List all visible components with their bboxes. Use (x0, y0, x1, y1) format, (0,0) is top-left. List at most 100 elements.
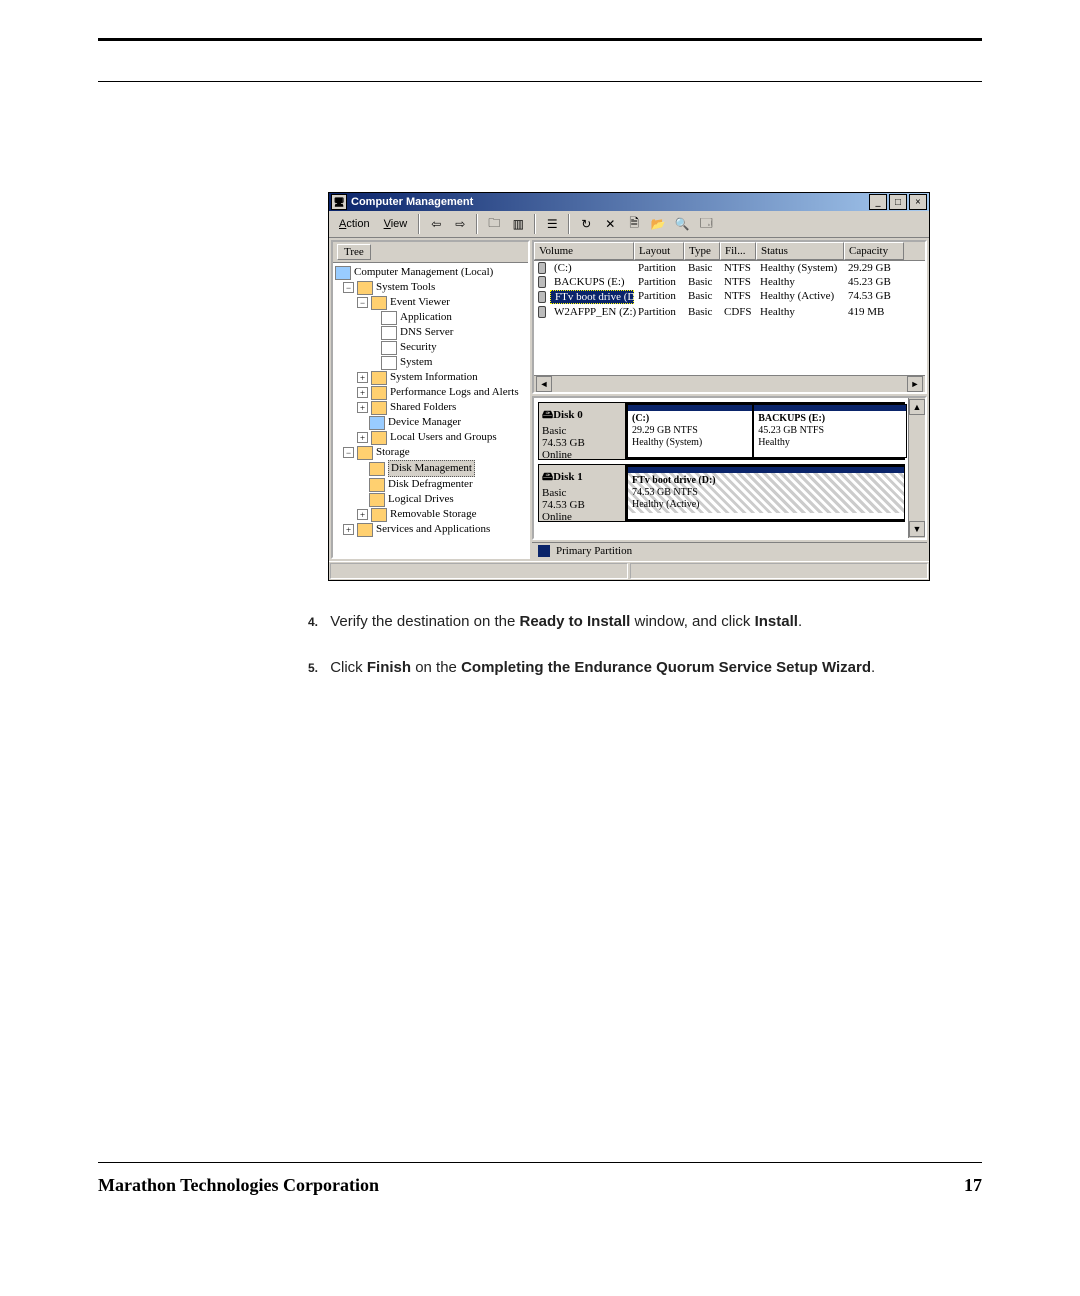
tree-item-system-tools[interactable]: −System Tools (335, 280, 526, 295)
detail-pane: Volume Layout Type Fil... Status Capacit… (532, 240, 927, 559)
volume-name: W2AFPP_EN (Z:) (550, 306, 634, 318)
menu-action[interactable]: Action (333, 216, 376, 232)
volume-fs: NTFS (720, 290, 756, 304)
col-volume[interactable]: Volume (534, 242, 634, 260)
tree-item-shared[interactable]: +Shared Folders (335, 400, 526, 415)
disk-row[interactable]: 🖴Disk 1Basic74.53 GBOnlineFTv boot drive… (538, 464, 905, 522)
forward-button[interactable]: ⇨ (449, 213, 471, 235)
partition[interactable]: BACKUPS (E:)45.23 GB NTFSHealthy (753, 404, 907, 458)
tree-item-system[interactable]: System (335, 355, 526, 370)
tree-root[interactable]: Computer Management (Local) (335, 265, 526, 280)
drive-icon (369, 493, 385, 507)
back-button[interactable]: ⇦ (425, 213, 447, 235)
scroll-left-icon[interactable]: ◄ (536, 376, 552, 392)
settings-button[interactable]: 🗔 (695, 213, 717, 235)
volume-status: Healthy (System) (756, 262, 844, 274)
volume-list: Volume Layout Type Fil... Status Capacit… (532, 240, 927, 394)
volume-rows: (C:)PartitionBasicNTFSHealthy (System)29… (534, 261, 925, 319)
collapse-icon[interactable]: − (343, 282, 354, 293)
drive-icon (534, 290, 550, 304)
legend-label: Primary Partition (556, 545, 632, 557)
col-fs[interactable]: Fil... (720, 242, 756, 260)
horizontal-scrollbar[interactable]: ◄ ► (534, 375, 925, 392)
expand-icon[interactable]: + (357, 509, 368, 520)
computer-icon (335, 266, 351, 280)
col-capacity[interactable]: Capacity (844, 242, 904, 260)
close-button[interactable]: × (909, 194, 927, 210)
collapse-icon[interactable]: − (343, 447, 354, 458)
wizard-button[interactable]: 🗎 (623, 213, 645, 235)
help-button[interactable]: 🔍 (671, 213, 693, 235)
tree-item-users[interactable]: +Local Users and Groups (335, 430, 526, 445)
document-page: 🖥 Computer Management _ □ × Action View … (0, 0, 1080, 1296)
folder-icon (371, 401, 387, 415)
col-status[interactable]: Status (756, 242, 844, 260)
volume-name: (C:) (550, 262, 634, 274)
volume-list-header[interactable]: Volume Layout Type Fil... Status Capacit… (534, 242, 925, 261)
scroll-right-icon[interactable]: ► (907, 376, 923, 392)
partition[interactable]: (C:)29.29 GB NTFSHealthy (System) (627, 404, 753, 458)
step-number: 5. (308, 661, 318, 675)
volume-type: Basic (684, 306, 720, 318)
maximize-button[interactable]: □ (889, 194, 907, 210)
tree-item-storage[interactable]: −Storage (335, 445, 526, 460)
tree-item-application[interactable]: Application (335, 310, 526, 325)
page-footer: Marathon Technologies Corporation 17 (98, 1162, 982, 1196)
collapse-icon[interactable]: − (357, 297, 368, 308)
show-hide-tree-button[interactable]: ▥ (507, 213, 529, 235)
toolbar-separator (418, 214, 420, 234)
refresh-button[interactable]: ↻ (575, 213, 597, 235)
log-icon (381, 356, 397, 370)
open-button[interactable]: 📂 (647, 213, 669, 235)
tree: Computer Management (Local) −System Tool… (333, 263, 528, 543)
expand-icon[interactable]: + (357, 387, 368, 398)
tree-item-logical[interactable]: Logical Drives (335, 492, 526, 507)
titlebar[interactable]: 🖥 Computer Management _ □ × (329, 193, 929, 211)
footer-page-number: 17 (964, 1175, 982, 1196)
drive-icon (534, 262, 550, 274)
scroll-up-icon[interactable]: ▲ (909, 399, 925, 415)
volume-row[interactable]: (C:)PartitionBasicNTFSHealthy (System)29… (534, 261, 925, 275)
volume-row[interactable]: FTv boot drive (D:)PartitionBasicNTFSHea… (534, 289, 925, 305)
up-button[interactable]: 🗀 (483, 213, 505, 235)
tree-item-security[interactable]: Security (335, 340, 526, 355)
tree-item-removable[interactable]: +Removable Storage (335, 507, 526, 522)
scroll-down-icon[interactable]: ▼ (909, 521, 925, 537)
volume-name: BACKUPS (E:) (550, 276, 634, 288)
tree-item-event-viewer[interactable]: −Event Viewer (335, 295, 526, 310)
menu-view[interactable]: View (378, 216, 414, 232)
volume-row[interactable]: BACKUPS (E:)PartitionBasicNTFSHealthy45.… (534, 275, 925, 289)
tree-item-system-info[interactable]: +System Information (335, 370, 526, 385)
col-layout[interactable]: Layout (634, 242, 684, 260)
disk-label: 🖴Disk 0Basic74.53 GBOnline (539, 403, 626, 459)
tree-item-devmgr[interactable]: Device Manager (335, 415, 526, 430)
info-icon (371, 371, 387, 385)
expand-icon[interactable]: + (357, 432, 368, 443)
tree-item-disk-management[interactable]: Disk Management (335, 460, 526, 477)
top-rule-thin (98, 81, 982, 82)
vertical-scrollbar[interactable]: ▲ ▼ (908, 398, 925, 538)
tree-header[interactable]: Tree (333, 242, 528, 263)
expand-icon[interactable]: + (343, 524, 354, 535)
tree-item-defrag[interactable]: Disk Defragmenter (335, 477, 526, 492)
log-icon (381, 341, 397, 355)
disk-row[interactable]: 🖴Disk 0Basic74.53 GBOnline(C:)29.29 GB N… (538, 402, 905, 460)
volume-status: Healthy (756, 306, 844, 318)
volume-row[interactable]: W2AFPP_EN (Z:)PartitionBasicCDFSHealthy4… (534, 305, 925, 319)
volume-status: Healthy (756, 276, 844, 288)
tree-item-services[interactable]: +Services and Applications (335, 522, 526, 537)
expand-icon[interactable]: + (357, 372, 368, 383)
properties-button[interactable]: ☰ (541, 213, 563, 235)
volume-layout: Partition (634, 290, 684, 304)
expand-icon[interactable]: + (357, 402, 368, 413)
volume-fs: NTFS (720, 262, 756, 274)
minimize-button[interactable]: _ (869, 194, 887, 210)
tree-item-perf[interactable]: +Performance Logs and Alerts (335, 385, 526, 400)
users-icon (371, 431, 387, 445)
tree-item-dns[interactable]: DNS Server (335, 325, 526, 340)
toolbar-separator (534, 214, 536, 234)
volume-capacity: 45.23 GB (844, 276, 904, 288)
partition[interactable]: FTv boot drive (D:)74.53 GB NTFSHealthy … (627, 466, 905, 520)
delete-button[interactable]: ✕ (599, 213, 621, 235)
col-type[interactable]: Type (684, 242, 720, 260)
